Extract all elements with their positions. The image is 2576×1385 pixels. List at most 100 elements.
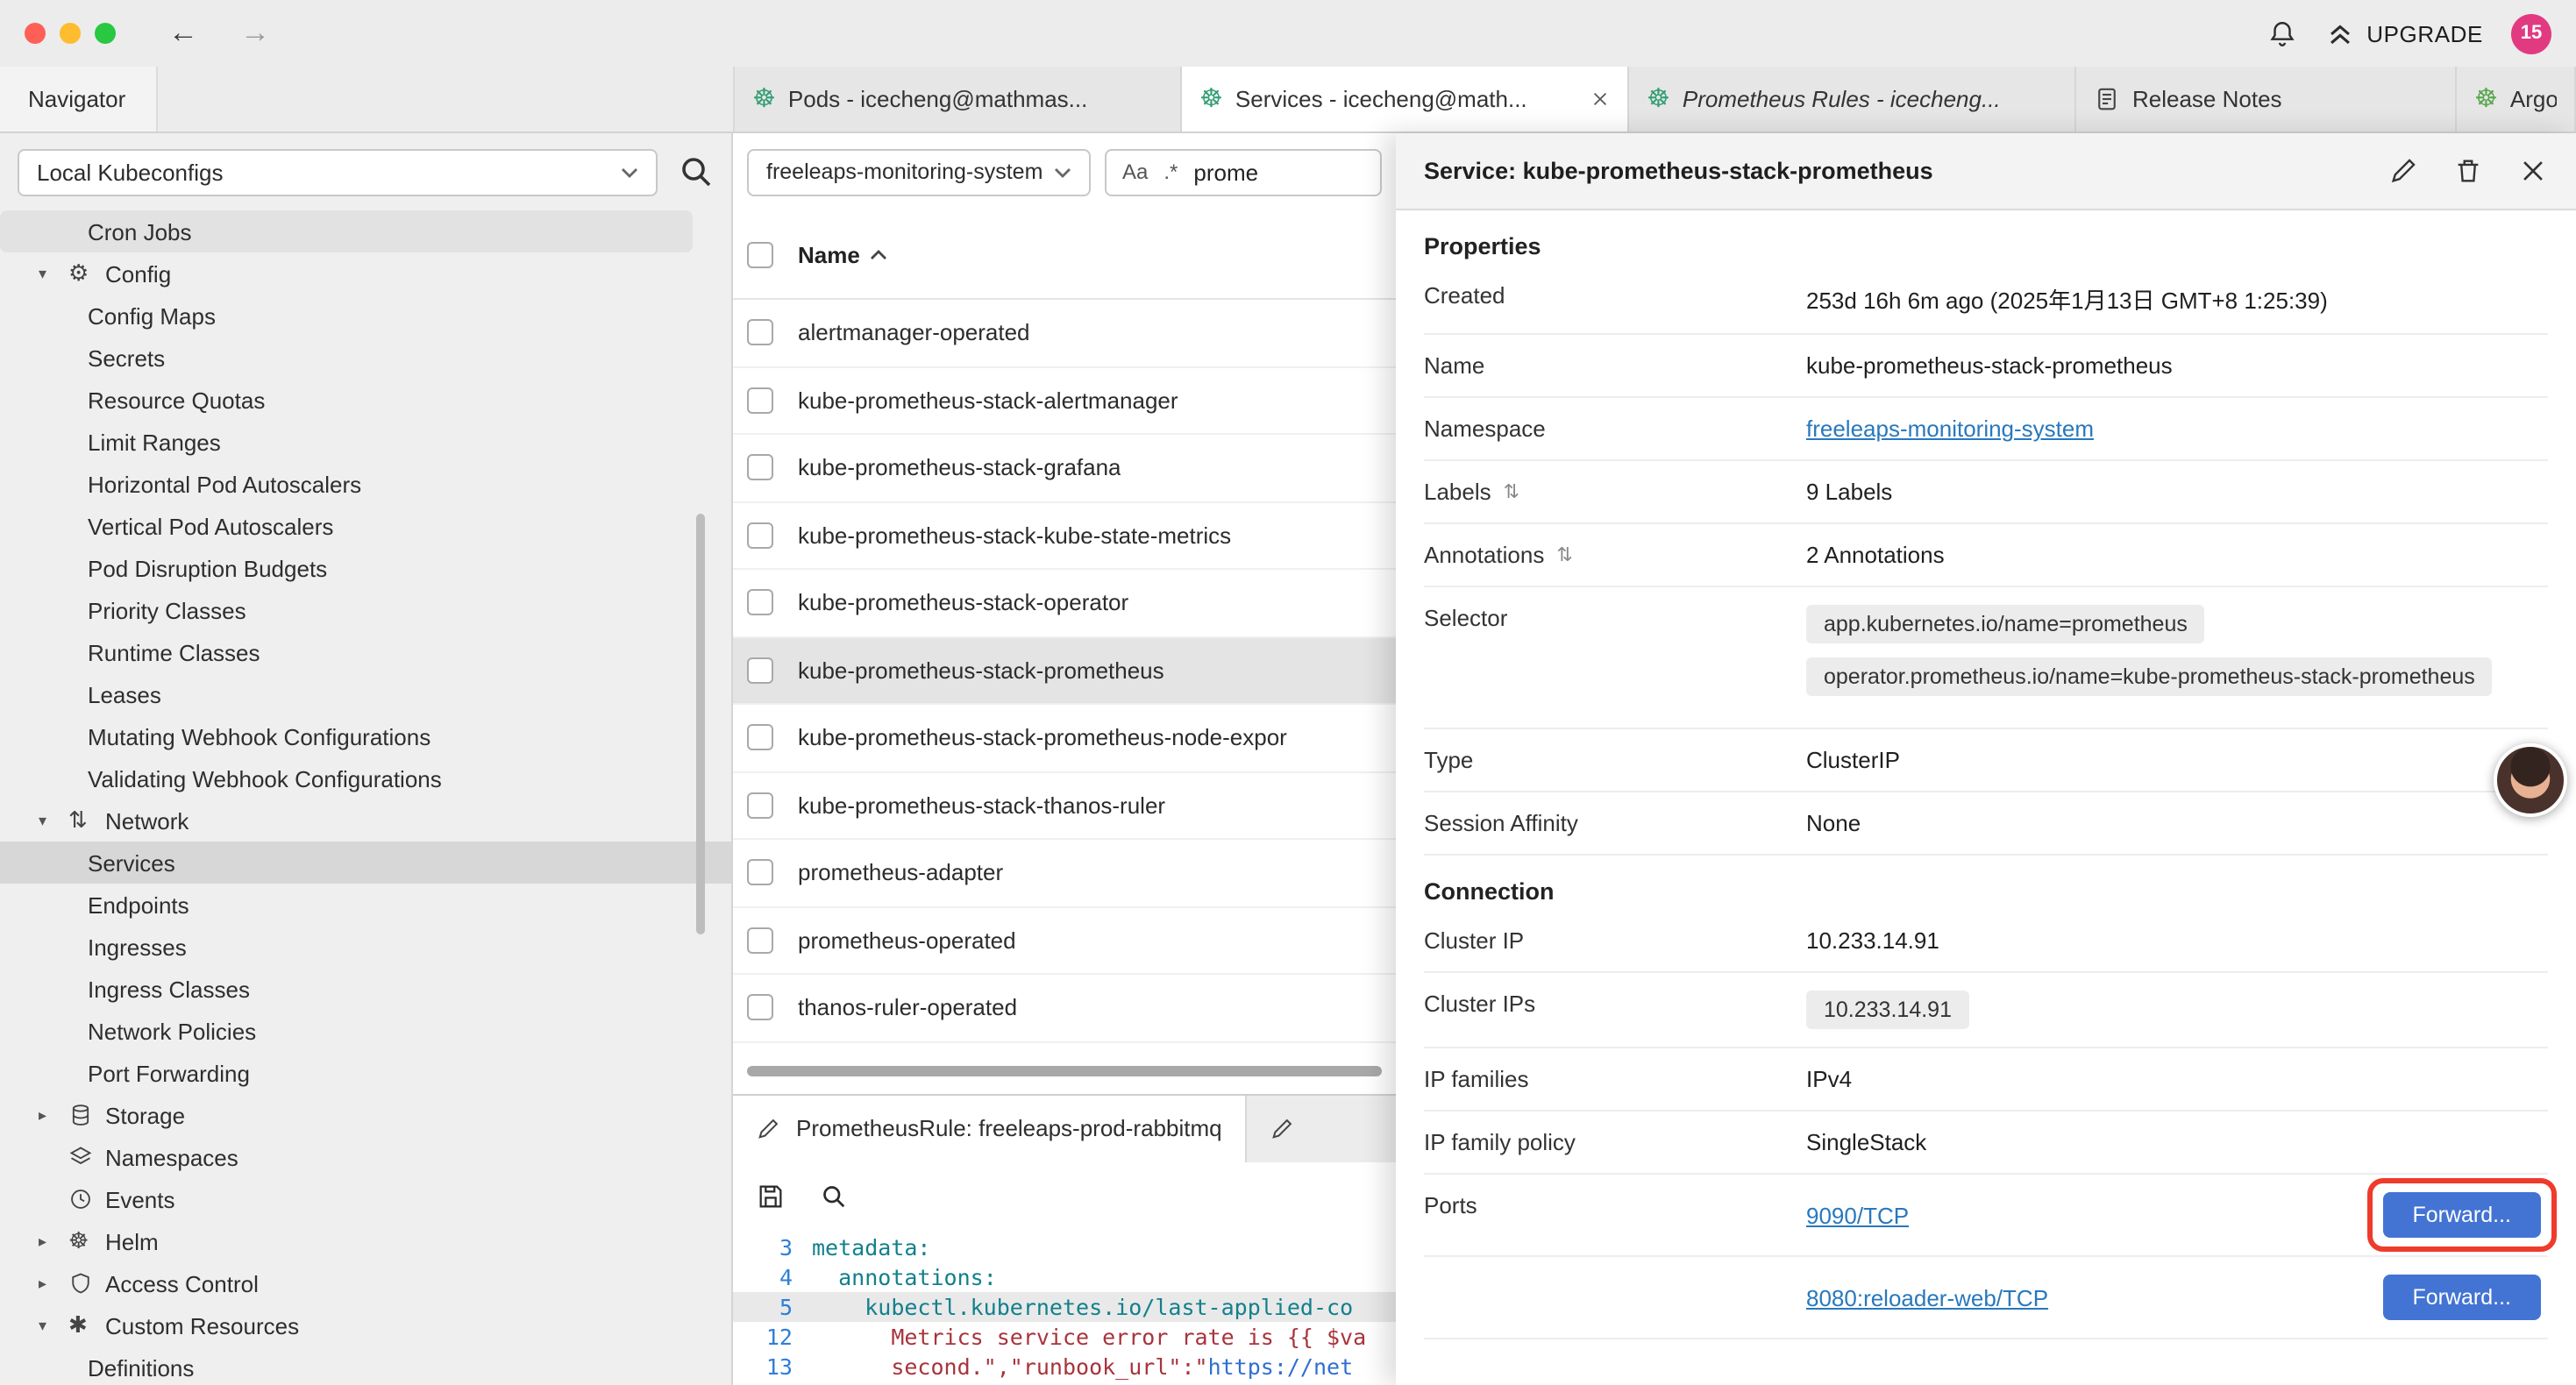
sidebar-item-horizontal-pod-autoscalers[interactable]: Horizontal Pod Autoscalers [0,463,731,505]
row-checkbox[interactable] [747,590,773,616]
expand-toggle-icon[interactable]: ⇅ [1504,480,1519,503]
upgrade-button[interactable]: UPGRADE [2324,18,2483,48]
table-row[interactable]: kube-prometheus-stack-alertmanager [733,367,1396,435]
sidebar-item-access-control[interactable]: ▸Access Control [0,1262,731,1304]
minimize-window-button[interactable] [60,23,81,44]
sidebar-item-namespaces[interactable]: Namespaces [0,1136,731,1178]
row-checkbox[interactable] [747,522,773,549]
sidebar-item-events[interactable]: Events [0,1178,731,1220]
chevron-down-icon[interactable]: ▾ [39,811,68,830]
sidebar-item-port-forwarding[interactable]: Port Forwarding [0,1052,731,1094]
name-column-header[interactable]: Name [798,241,860,267]
sidebar-item-pod-disruption-budgets[interactable]: Pod Disruption Budgets [0,547,731,589]
sort-ascending-icon[interactable] [871,248,888,260]
match-case-toggle[interactable]: Aa [1122,160,1148,184]
sidebar-item-limit-ranges[interactable]: Limit Ranges [0,421,731,463]
row-checkbox[interactable] [747,725,773,751]
sidebar-item-validating-webhook-configurations[interactable]: Validating Webhook Configurations [0,757,731,799]
sidebar-item-definitions[interactable]: Definitions [0,1346,731,1385]
table-row[interactable]: prometheus-operated [733,907,1396,975]
table-row[interactable]: kube-prometheus-stack-prometheus [733,637,1396,705]
editor-search-icon[interactable] [821,1183,847,1210]
kubeconfig-select[interactable]: Local Kubeconfigs [18,148,658,195]
save-icon[interactable] [756,1182,786,1211]
chevron-right-icon[interactable]: ▸ [39,1232,68,1251]
tab-release-notes[interactable]: Release Notes [2076,67,2457,131]
port-link[interactable]: 8080:reloader-web/TCP [1806,1284,2048,1310]
close-icon[interactable] [2518,156,2548,186]
forward-arrow-icon[interactable]: → [240,16,270,51]
back-arrow-icon[interactable]: ← [168,16,198,51]
yaml-editor[interactable]: 3metadata:4 annotations:5 kubectl.kubern… [733,1232,1396,1385]
sidebar-item-vertical-pod-autoscalers[interactable]: Vertical Pod Autoscalers [0,505,731,547]
sidebar-item-ingresses[interactable]: Ingresses [0,926,731,968]
sidebar-item-secrets[interactable]: Secrets [0,337,731,379]
code-text: error rate in freeleaps metrics ser [812,1381,1353,1385]
edit-pencil-icon[interactable] [2388,156,2418,186]
table-row[interactable]: kube-prometheus-stack-kube-state-metrics [733,502,1396,570]
dock-tab-partial[interactable] [1247,1095,1396,1161]
tab-prometheus-rules-icecheng[interactable]: ☸Prometheus Rules - icecheng... [1629,67,2076,131]
sidebar-item-network-policies[interactable]: Network Policies [0,1010,731,1052]
table-row[interactable]: prometheus-adapter [733,840,1396,907]
close-tab-icon[interactable] [1590,89,1610,109]
sidebar-item-leases[interactable]: Leases [0,673,731,715]
dock-tab-prometheusrule[interactable]: PrometheusRule: freeleaps-prod-rabbitmq [733,1095,1247,1161]
chevron-down-icon[interactable]: ▾ [39,1316,68,1335]
expand-toggle-icon[interactable]: ⇅ [1556,543,1572,566]
chevron-right-icon[interactable]: ▸ [39,1274,68,1293]
sidebar-item-custom-resources[interactable]: ▾✱Custom Resources [0,1304,731,1346]
sidebar-item-ingress-classes[interactable]: Ingress Classes [0,968,731,1010]
row-checkbox[interactable] [747,995,773,1021]
table-row[interactable]: alertmanager-operated [733,300,1396,367]
sidebar-item-priority-classes[interactable]: Priority Classes [0,589,731,631]
row-checkbox[interactable] [747,792,773,819]
sidebar-item-helm[interactable]: ▸☸Helm [0,1220,731,1262]
list-search-input[interactable]: Aa .* prome [1105,148,1382,195]
sidebar-item-network[interactable]: ▾⇅Network [0,799,731,842]
forward-button[interactable]: Forward... [2382,1192,2541,1238]
tab-pods-icecheng-mathmas[interactable]: ☸Pods - icecheng@mathmas... [735,67,1182,131]
sidebar-item-resource-quotas[interactable]: Resource Quotas [0,379,731,421]
table-row[interactable]: thanos-ruler-operated [733,975,1396,1042]
tab-services-icecheng-math[interactable]: ☸Services - icecheng@math... [1182,67,1629,131]
close-window-button[interactable] [25,23,46,44]
property-row-labels: Labels⇅9 Labels [1424,461,2548,524]
chevron-down-icon[interactable]: ▾ [39,264,68,283]
sidebar-item-cron-jobs[interactable]: Cron Jobs [0,210,693,252]
navigator-scrollbar[interactable] [696,514,705,934]
row-checkbox[interactable] [747,387,773,414]
sidebar-item-endpoints[interactable]: Endpoints [0,884,731,926]
row-checkbox[interactable] [747,927,773,954]
sidebar-item-runtime-classes[interactable]: Runtime Classes [0,631,731,673]
notification-count-badge[interactable]: 15 [2511,13,2551,53]
sidebar-item-services[interactable]: Services [0,842,731,884]
row-checkbox[interactable] [747,860,773,886]
port-link[interactable]: 9090/TCP [1806,1202,1909,1228]
table-row[interactable]: kube-prometheus-stack-prometheus-node-ex… [733,705,1396,772]
floating-avatar[interactable] [2494,743,2567,817]
forward-button[interactable]: Forward... [2382,1275,2541,1320]
select-all-checkbox[interactable] [747,241,773,267]
namespace-select[interactable]: freeleaps-monitoring-system [747,148,1091,195]
sidebar-item-storage[interactable]: ▸Storage [0,1094,731,1136]
sidebar-item-config[interactable]: ▾⚙Config [0,252,731,295]
zoom-window-button[interactable] [95,23,116,44]
tab-argo-se[interactable]: ☸Argo Se [2457,67,2576,131]
table-row[interactable]: kube-prometheus-stack-grafana [733,435,1396,502]
tab-navigator[interactable]: Navigator [0,67,158,131]
horizontal-scrollbar[interactable] [747,1065,1382,1076]
namespace-link[interactable]: freeleaps-monitoring-system [1806,416,2094,442]
table-row[interactable]: kube-prometheus-stack-thanos-ruler [733,772,1396,840]
chevron-right-icon[interactable]: ▸ [39,1105,68,1125]
row-checkbox[interactable] [747,455,773,481]
notifications-bell-icon[interactable] [2266,18,2296,48]
regex-toggle[interactable]: .* [1163,160,1178,184]
sidebar-item-mutating-webhook-configurations[interactable]: Mutating Webhook Configurations [0,715,731,757]
navigator-search-icon[interactable] [679,154,714,189]
sidebar-item-config-maps[interactable]: Config Maps [0,295,731,337]
row-checkbox[interactable] [747,657,773,684]
delete-trash-icon[interactable] [2453,156,2483,186]
table-row[interactable]: kube-prometheus-stack-operator [733,570,1396,637]
row-checkbox[interactable] [747,320,773,346]
